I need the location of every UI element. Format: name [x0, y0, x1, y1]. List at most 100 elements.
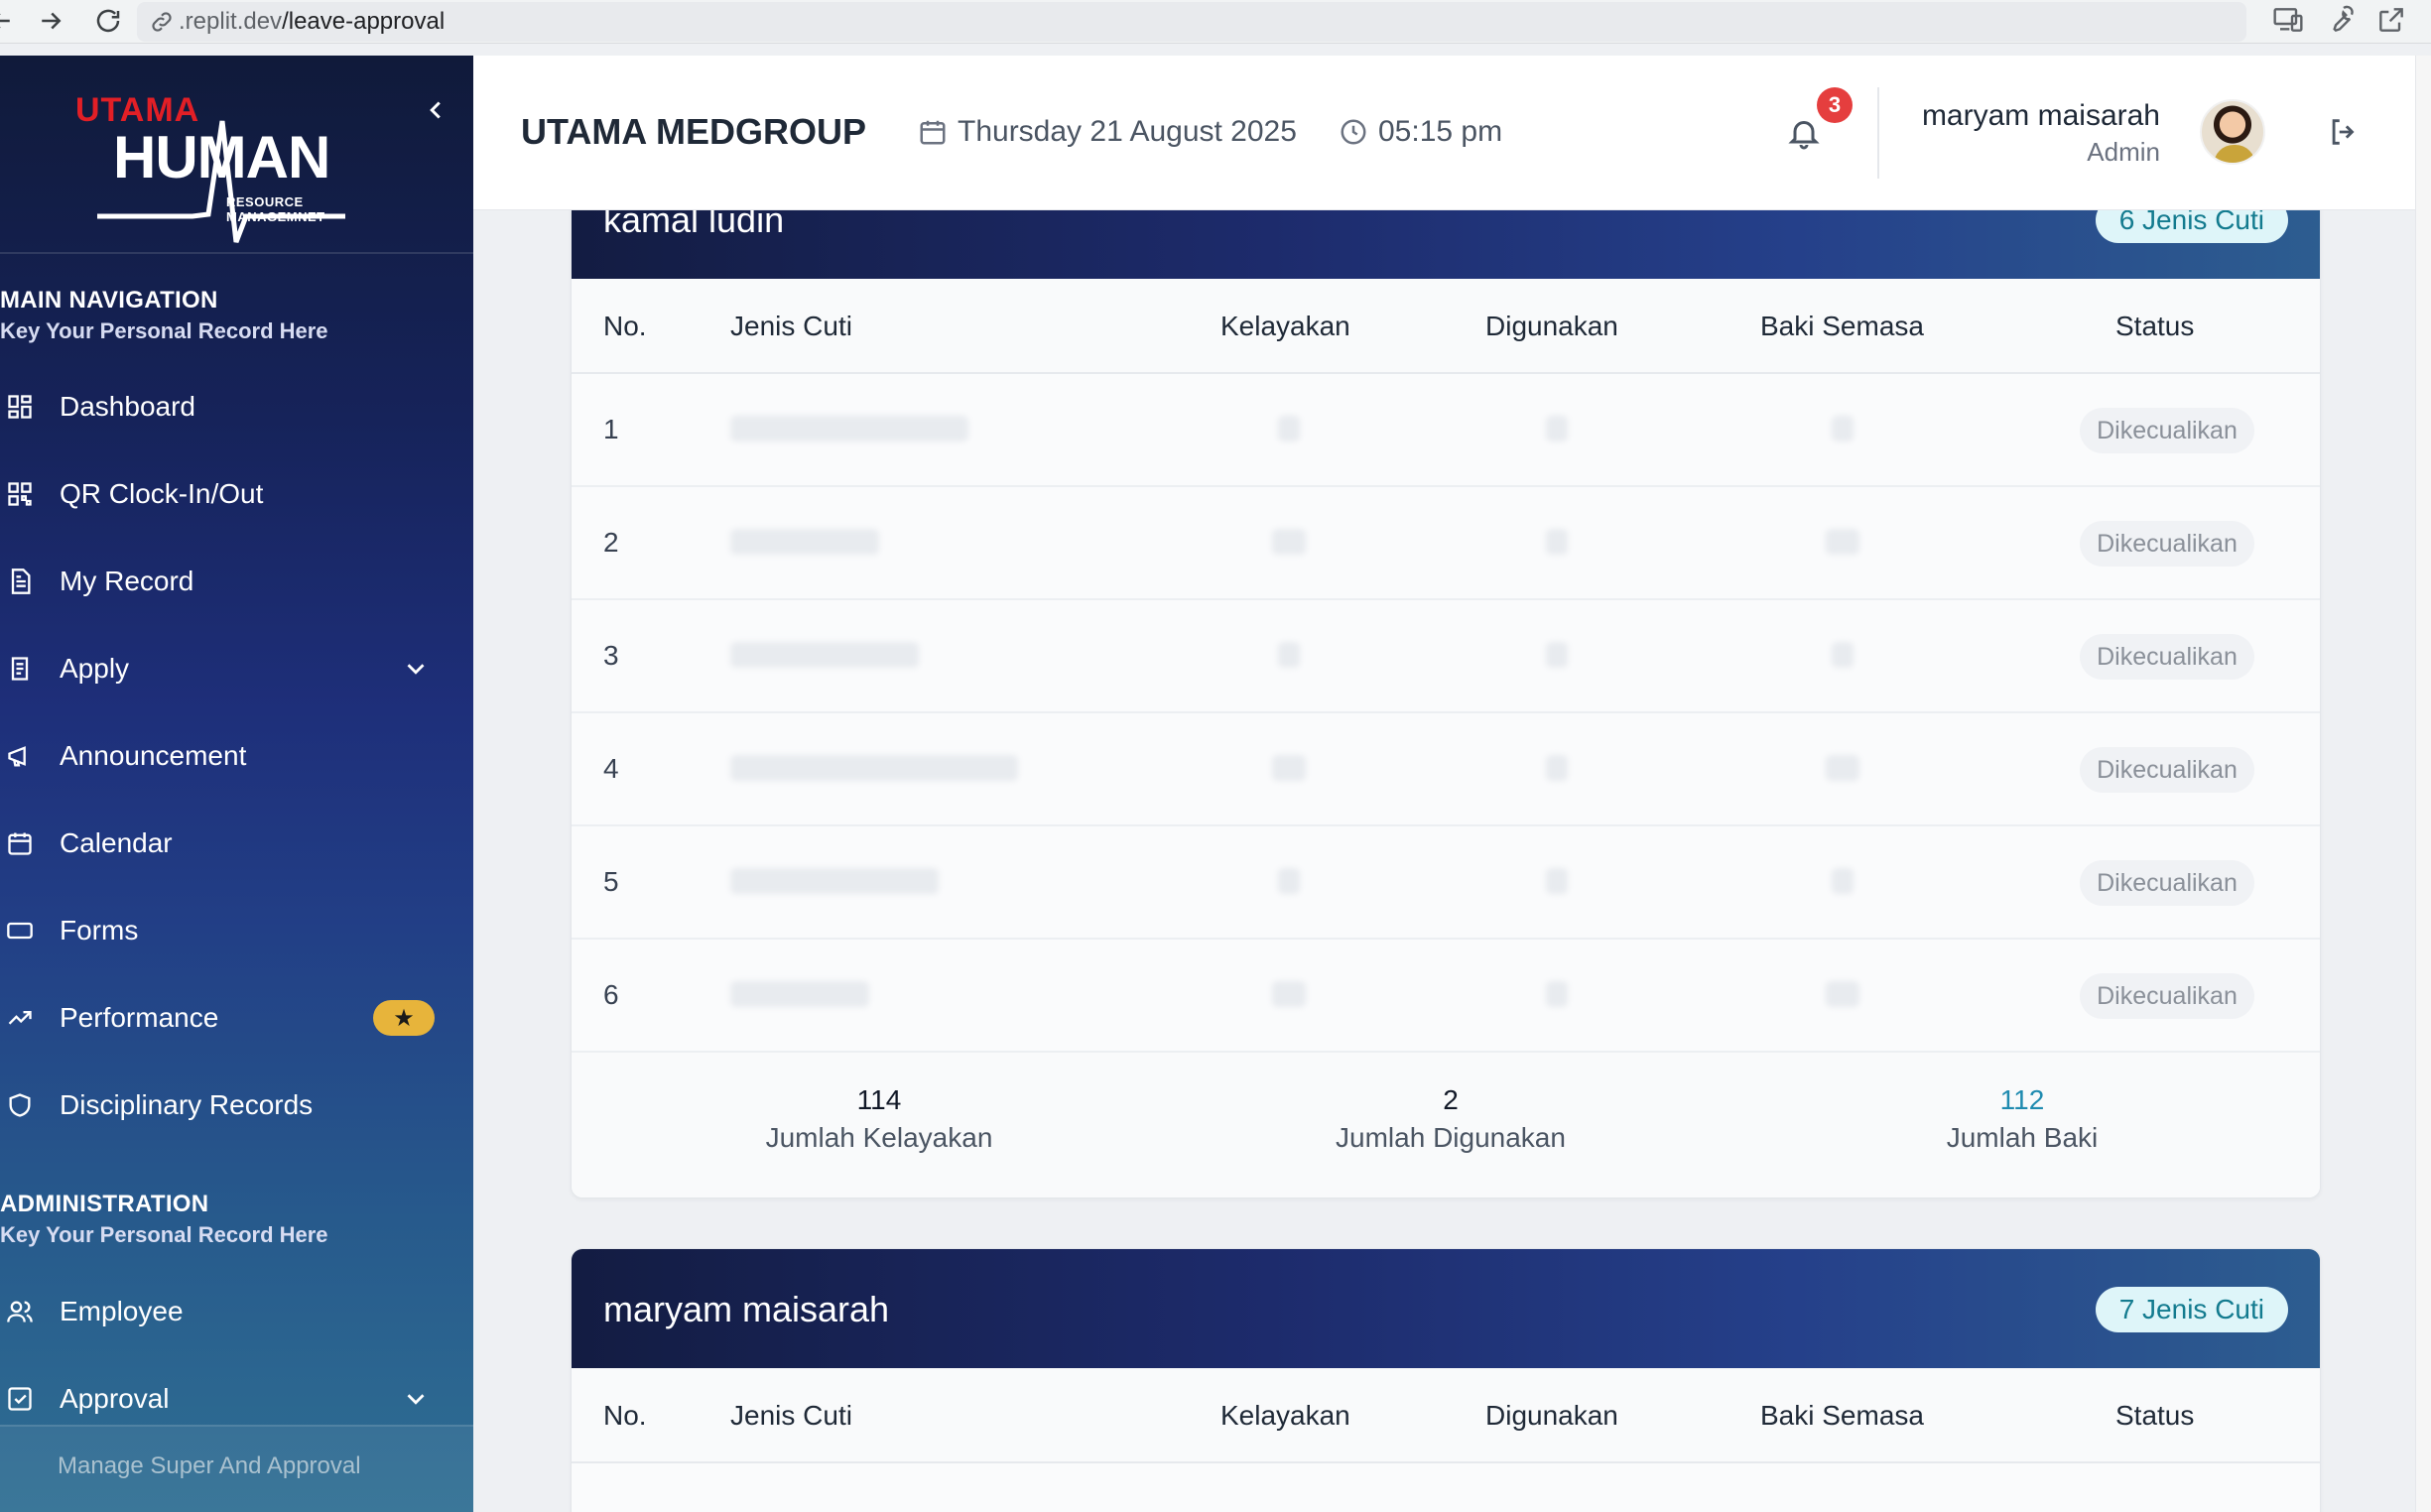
status-badge: Dikecualikan: [2080, 973, 2254, 1019]
check-square-icon: [6, 1384, 36, 1414]
sidebar-item-label: Forms: [60, 915, 139, 945]
main-content[interactable]: kamal ludin 6 Jenis Cuti No. Jenis Cuti …: [473, 210, 2415, 1512]
sidebar-item-performance[interactable]: Performance ★: [0, 984, 473, 1052]
column-no: No.: [603, 311, 647, 341]
company-name: UTAMA MEDGROUP: [521, 111, 866, 152]
blurred-value: [1546, 755, 1568, 781]
user-name[interactable]: maryam maisarah: [1922, 99, 2160, 133]
sidebar-item-label: Approval: [60, 1383, 170, 1414]
column-eligible: Kelayakan: [1220, 311, 1350, 341]
notification-count-badge: 3: [1817, 87, 1853, 123]
total-balance-label: Jumlah Baki: [1946, 1122, 2099, 1153]
total-used-label: Jumlah Digunakan: [1336, 1122, 1566, 1153]
chevron-down-icon: [401, 1384, 431, 1414]
table-header: No. Jenis Cuti Kelayakan Digunakan Baki …: [572, 279, 2320, 374]
bell-icon[interactable]: [1786, 113, 1822, 153]
table-row: 1 Dikecualikan: [572, 374, 2320, 487]
browser-tools: [2272, 4, 2431, 40]
clock-icon: [1341, 119, 1366, 145]
star-badge: ★: [373, 1000, 435, 1036]
sidebar-item-approval[interactable]: Approval: [0, 1365, 473, 1433]
company-logo: UTAMA HUMAN RESOURCE MANAGEMNET: [67, 85, 405, 284]
blurred-value: [1826, 981, 1859, 1007]
user-role: Admin: [2087, 137, 2160, 167]
table-row: 5 Dikecualikan: [572, 826, 2320, 940]
sidebar-collapse-chevron-icon[interactable]: [421, 95, 450, 125]
sidebar-item-label: Performance: [60, 1002, 219, 1033]
sidebar-item-apply[interactable]: Apply: [0, 635, 473, 702]
submenu-item-manage-approval[interactable]: Manage Super And Approval: [58, 1452, 361, 1480]
reload-icon[interactable]: [93, 6, 125, 38]
summary-total-used: 2 Jumlah Digunakan: [1282, 1084, 1619, 1154]
sidebar-item-label: Announcement: [60, 740, 247, 771]
column-status: Status: [2115, 1400, 2195, 1431]
sidebar-item-label: My Record: [60, 566, 194, 596]
sidebar-item-calendar[interactable]: Calendar: [0, 810, 473, 877]
leave-type-count-badge: 6 Jenis Cuti: [2095, 210, 2288, 243]
address-bar[interactable]: .replit.dev/leave-approval: [137, 2, 2246, 42]
sidebar-item-disciplinary[interactable]: Disciplinary Records: [0, 1071, 473, 1139]
open-external-icon[interactable]: [2375, 4, 2407, 36]
logout-icon[interactable]: [2327, 115, 2361, 149]
users-icon: [6, 1297, 36, 1326]
clipboard-icon: [6, 654, 36, 684]
sidebar-item-employee[interactable]: Employee: [0, 1278, 473, 1345]
sidebar-item-qr-clock[interactable]: QR Clock-In/Out: [0, 460, 473, 528]
blurred-value: [1832, 416, 1854, 441]
employee-leave-card: maryam maisarah 7 Jenis Cuti No. Jenis C…: [571, 1248, 2321, 1512]
blurred-leave-type: [730, 642, 919, 668]
chevron-down-icon: [401, 654, 431, 684]
leave-type-count-badge: 7 Jenis Cuti: [2095, 1287, 2288, 1332]
table-row: [572, 1463, 2320, 1512]
page-scrollbar[interactable]: [2415, 56, 2431, 1512]
status-badge: Dikecualikan: [2080, 521, 2254, 567]
employee-name: kamal ludin: [603, 210, 785, 240]
administration-subtitle: Key Your Personal Record Here: [0, 1222, 328, 1247]
column-leave-type: Jenis Cuti: [730, 1400, 852, 1431]
status-badge: Dikecualikan: [2080, 747, 2254, 793]
blurred-value: [1272, 755, 1306, 781]
main-navigation-subtitle: Key Your Personal Record Here: [0, 318, 328, 343]
back-arrow-icon[interactable]: [0, 6, 18, 38]
main-navigation-title: MAIN NAVIGATION: [0, 287, 218, 314]
employee-name: maryam maisarah: [603, 1289, 890, 1329]
wrench-icon[interactable]: [2324, 4, 2356, 36]
column-eligible: Kelayakan: [1220, 1400, 1350, 1431]
column-balance: Baki Semasa: [1760, 311, 1924, 341]
blurred-value: [1272, 529, 1306, 555]
administration-title: ADMINISTRATION: [0, 1191, 209, 1217]
sidebar-item-forms[interactable]: Forms: [0, 897, 473, 964]
blurred-leave-type: [730, 529, 879, 555]
blurred-leave-type: [730, 416, 968, 441]
avatar-figure: [2214, 145, 2255, 163]
form-icon: [6, 916, 36, 945]
row-number: 6: [603, 979, 619, 1010]
link-icon: [152, 12, 172, 32]
total-eligible-label: Jumlah Kelayakan: [765, 1122, 993, 1153]
card-header: maryam maisarah 7 Jenis Cuti: [572, 1249, 2320, 1368]
blurred-value: [1546, 981, 1568, 1007]
status-badge: Dikecualikan: [2080, 860, 2254, 906]
column-no: No.: [603, 1400, 647, 1431]
top-header: UTAMA MEDGROUP Thursday 21 August 2025 0…: [473, 56, 2415, 210]
row-number: 2: [603, 527, 619, 558]
devices-icon[interactable]: [2272, 4, 2304, 36]
sidebar-item-label: QR Clock-In/Out: [60, 478, 264, 509]
logo-area: UTAMA HUMAN RESOURCE MANAGEMNET: [0, 56, 473, 254]
time-text: 05:15 pm: [1378, 115, 1503, 148]
summary-total-balance: 112 Jumlah Baki: [1854, 1084, 2191, 1154]
current-time: 05:15 pm: [1339, 115, 1502, 149]
sidebar-item-my-record[interactable]: My Record: [0, 548, 473, 615]
sidebar: UTAMA HUMAN RESOURCE MANAGEMNET MAIN NAV…: [0, 56, 473, 1512]
sidebar-item-label: Apply: [60, 653, 130, 684]
avatar[interactable]: [2200, 99, 2265, 165]
sidebar-item-announcement[interactable]: Announcement: [0, 722, 473, 790]
table-row: 2 Dikecualikan: [572, 487, 2320, 600]
current-date: Thursday 21 August 2025: [918, 115, 1297, 149]
qr-code-icon: [6, 479, 36, 509]
column-leave-type: Jenis Cuti: [730, 311, 852, 341]
forward-arrow-icon[interactable]: [36, 6, 67, 38]
sidebar-item-dashboard[interactable]: Dashboard: [0, 373, 473, 441]
column-used: Digunakan: [1485, 311, 1618, 341]
shield-icon: [6, 1090, 36, 1120]
